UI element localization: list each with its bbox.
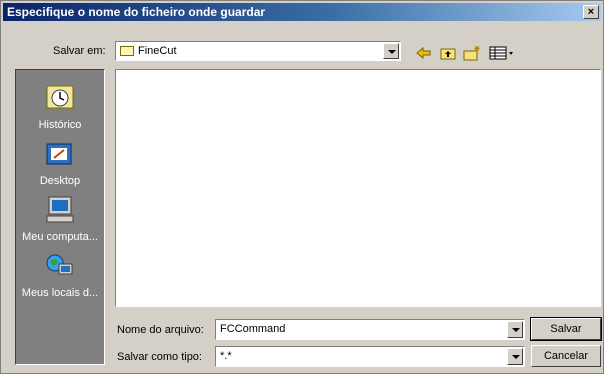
up-folder-icon[interactable] (439, 45, 457, 61)
place-history[interactable]: Histórico (16, 82, 104, 131)
file-name-value: FCCommand (220, 323, 286, 335)
place-label: Histórico (38, 119, 82, 131)
save-in-dropdown[interactable]: FineCut (115, 41, 401, 61)
place-label: Meus locais d... (21, 287, 99, 299)
title-bar[interactable]: Especifique o nome do ficheiro onde guar… (3, 3, 601, 21)
places-bar: Histórico Desktop Meu computa... Meus lo… (15, 69, 105, 365)
network-places-icon (46, 254, 73, 275)
desktop-icon (46, 143, 72, 165)
view-menu-icon[interactable] (489, 45, 515, 61)
save-in-label: Salvar em: (53, 45, 106, 57)
my-computer-icon (46, 196, 74, 223)
place-label: Desktop (39, 175, 81, 187)
folder-icon (120, 46, 134, 56)
new-folder-icon[interactable] (463, 45, 481, 61)
file-name-dropdown-arrow[interactable] (507, 321, 523, 338)
file-type-value: *.* (220, 350, 232, 362)
file-list[interactable] (115, 69, 601, 307)
save-in-dropdown-arrow[interactable] (383, 43, 399, 59)
place-desktop[interactable]: Desktop (16, 138, 104, 187)
file-name-label: Nome do arquivo: (117, 324, 204, 336)
place-label: Meu computa... (22, 231, 98, 243)
file-type-dropdown[interactable]: *.* (215, 346, 525, 367)
back-arrow-icon[interactable] (415, 45, 433, 61)
file-name-input[interactable]: FCCommand (215, 319, 525, 340)
file-type-label: Salvar como tipo: (117, 351, 202, 363)
cancel-button[interactable]: Cancelar (531, 345, 601, 367)
history-icon (46, 85, 74, 109)
file-type-dropdown-arrow[interactable] (507, 348, 523, 365)
close-button[interactable]: × (583, 5, 599, 19)
save-in-value: FineCut (138, 45, 177, 57)
place-network[interactable]: Meus locais d... (16, 250, 104, 299)
place-my-computer[interactable]: Meu computa... (16, 194, 104, 243)
save-button[interactable]: Salvar (530, 317, 602, 341)
save-dialog: Especifique o nome do ficheiro onde guar… (0, 0, 604, 374)
dialog-title: Especifique o nome do ficheiro onde guar… (7, 5, 266, 19)
